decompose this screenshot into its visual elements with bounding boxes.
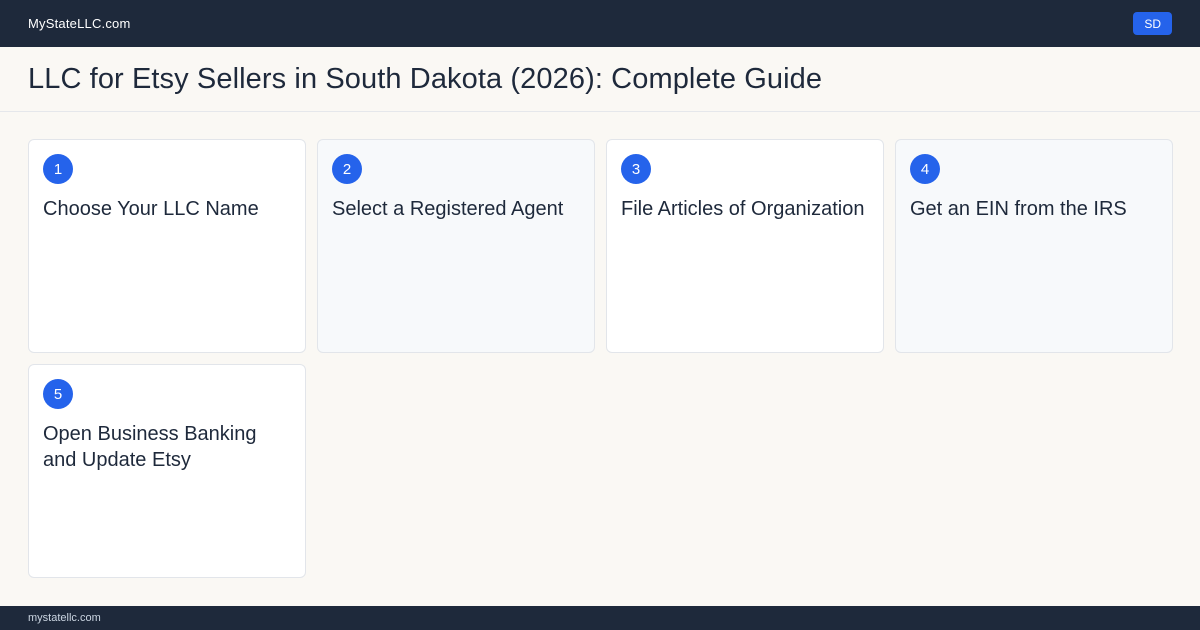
brand-logo-text[interactable]: MyStateLLC.com: [28, 16, 131, 31]
top-nav-bar: MyStateLLC.com SD: [0, 0, 1200, 47]
steps-grid: 1 Choose Your LLC Name 2 Select a Regist…: [28, 139, 1173, 578]
step-number-badge: 3: [621, 154, 651, 184]
step-number-badge: 4: [910, 154, 940, 184]
state-badge: SD: [1133, 12, 1172, 35]
step-card-3[interactable]: 3 File Articles of Organization: [606, 139, 884, 353]
footer-bar: mystatellc.com: [0, 606, 1200, 630]
step-title: File Articles of Organization: [621, 198, 865, 220]
step-card-1[interactable]: 1 Choose Your LLC Name: [28, 139, 306, 353]
step-card-4[interactable]: 4 Get an EIN from the IRS: [895, 139, 1173, 353]
step-card-2[interactable]: 2 Select a Registered Agent: [317, 139, 595, 353]
step-title: Select a Registered Agent: [332, 198, 564, 220]
title-bar: LLC for Etsy Sellers in South Dakota (20…: [0, 47, 1200, 112]
step-number-badge: 2: [332, 154, 362, 184]
step-number-badge: 5: [43, 379, 73, 409]
page-title: LLC for Etsy Sellers in South Dakota (20…: [28, 62, 823, 95]
footer-domain[interactable]: mystatellc.com: [28, 612, 101, 624]
step-title: Choose Your LLC Name: [43, 198, 259, 220]
step-title: Get an EIN from the IRS: [910, 198, 1127, 220]
step-title: Open Business Banking and Update Etsy: [43, 423, 257, 471]
step-number-badge: 1: [43, 154, 73, 184]
step-card-5[interactable]: 5 Open Business Banking and Update Etsy: [28, 364, 306, 578]
